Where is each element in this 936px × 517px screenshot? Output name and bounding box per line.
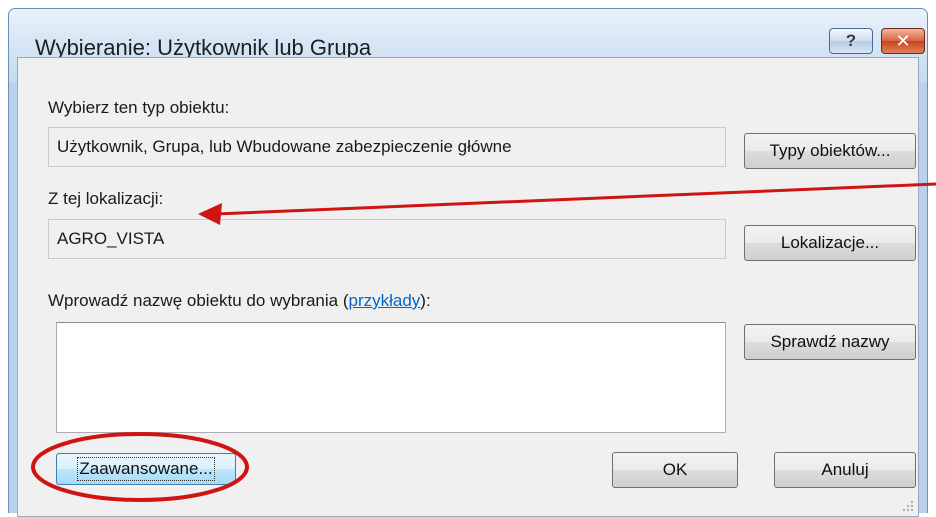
location-field: AGRO_VISTA: [48, 219, 726, 259]
advanced-button[interactable]: Zaawansowane...: [56, 453, 236, 485]
help-button[interactable]: ?: [829, 28, 873, 54]
object-name-label-suffix: ):: [420, 291, 431, 310]
location-label: Z tej lokalizacji:: [48, 189, 164, 208]
object-types-button[interactable]: Typy obiektów...: [744, 133, 916, 169]
object-type-label: Wybierz ten typ obiektu:: [48, 98, 230, 117]
ok-button[interactable]: OK: [612, 452, 738, 488]
object-name-label-prefix: Wprowadź nazwę obiektu do wybrania (: [48, 291, 349, 310]
select-users-dialog: Wybieranie: Użytkownik lub Grupa ? ✕ Wyb…: [8, 8, 928, 517]
object-name-input[interactable]: [56, 322, 726, 433]
question-mark-icon: ?: [845, 31, 857, 50]
object-name-label: Wprowadź nazwę obiektu do wybrania (przy…: [48, 291, 431, 311]
cancel-button[interactable]: Anuluj: [774, 452, 916, 488]
check-names-button[interactable]: Sprawdź nazwy: [744, 324, 916, 360]
resize-grip-icon[interactable]: [902, 500, 914, 512]
close-icon: ✕: [895, 30, 911, 51]
examples-link[interactable]: przykłady: [348, 291, 420, 310]
locations-button[interactable]: Lokalizacje...: [744, 225, 916, 261]
advanced-button-label: Zaawansowane...: [77, 457, 215, 481]
close-button[interactable]: ✕: [881, 28, 925, 54]
object-type-field: Użytkownik, Grupa, lub Wbudowane zabezpi…: [48, 127, 726, 167]
dialog-body: Wybierz ten typ obiektu: Użytkownik, Gru…: [17, 57, 919, 517]
